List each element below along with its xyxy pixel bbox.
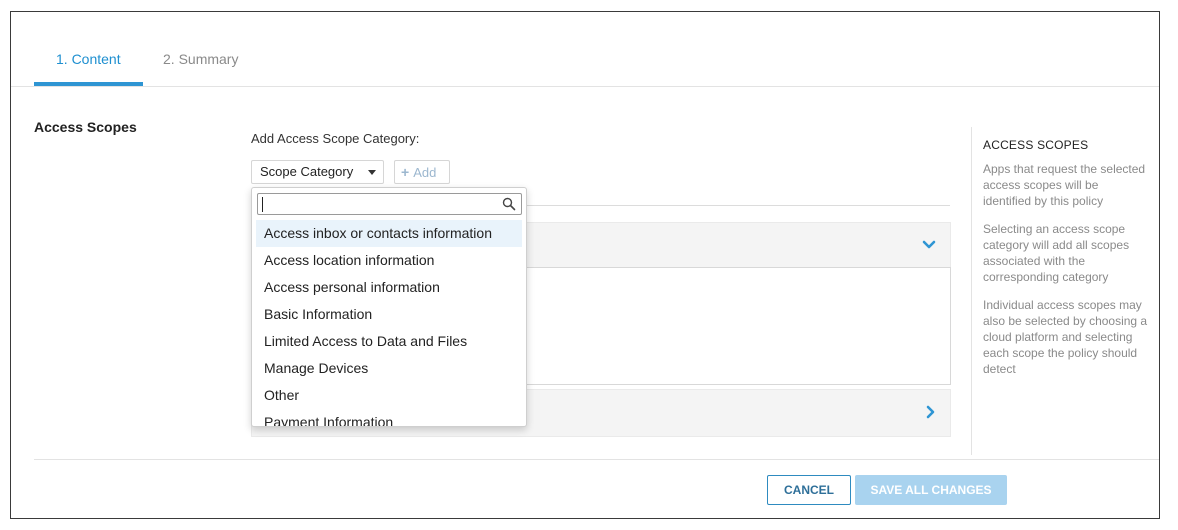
tab-bar: 1. Content 2. Summary [11, 12, 1159, 87]
cancel-button[interactable]: CANCEL [767, 475, 851, 505]
help-panel: ACCESS SCOPES Apps that request the sele… [971, 127, 1159, 455]
add-button-label: Add [413, 165, 437, 180]
save-all-changes-button[interactable]: SAVE ALL CHANGES [855, 475, 1007, 505]
footer-divider [34, 459, 1159, 460]
dropdown-option[interactable]: Basic Information [256, 301, 522, 328]
dropdown-option[interactable]: Limited Access to Data and Files [256, 328, 522, 355]
section-title: Access Scopes [34, 119, 137, 135]
dropdown-option[interactable]: Manage Devices [256, 355, 522, 382]
dropdown-option[interactable]: Access location information [256, 247, 522, 274]
scope-category-dropdown: Access inbox or contacts information Acc… [251, 187, 527, 427]
text-cursor [262, 197, 263, 212]
dropdown-option[interactable]: Access inbox or contacts information [256, 220, 522, 247]
help-panel-title: ACCESS SCOPES [983, 138, 1089, 152]
scope-category-select[interactable]: Scope Category [251, 160, 384, 184]
dropdown-option[interactable]: Other [256, 382, 522, 409]
search-icon [502, 197, 516, 216]
caret-down-icon [368, 170, 376, 175]
chevron-down-icon[interactable] [922, 237, 936, 255]
add-scope-label: Add Access Scope Category: [251, 131, 420, 146]
tab-content[interactable]: 1. Content [56, 51, 121, 67]
dropdown-options: Access inbox or contacts information Acc… [256, 220, 522, 426]
dropdown-option[interactable]: Access personal information [256, 274, 522, 301]
help-paragraph: Individual access scopes may also be sel… [983, 298, 1148, 376]
tab-summary[interactable]: 2. Summary [163, 51, 238, 67]
chevron-right-icon[interactable] [926, 405, 936, 424]
help-paragraph: Selecting an access scope category will … [983, 222, 1130, 284]
active-tab-indicator [34, 82, 143, 86]
dropdown-option[interactable]: Payment Information [256, 409, 522, 426]
help-paragraph: Apps that request the selected access sc… [983, 162, 1146, 208]
dropdown-search-input[interactable] [257, 193, 522, 215]
add-button[interactable]: + Add [394, 160, 450, 184]
policy-editor-frame: 1. Content 2. Summary Access Scopes Add … [10, 11, 1160, 519]
plus-icon: + [401, 164, 410, 180]
scope-category-value: Scope Category [260, 164, 354, 179]
